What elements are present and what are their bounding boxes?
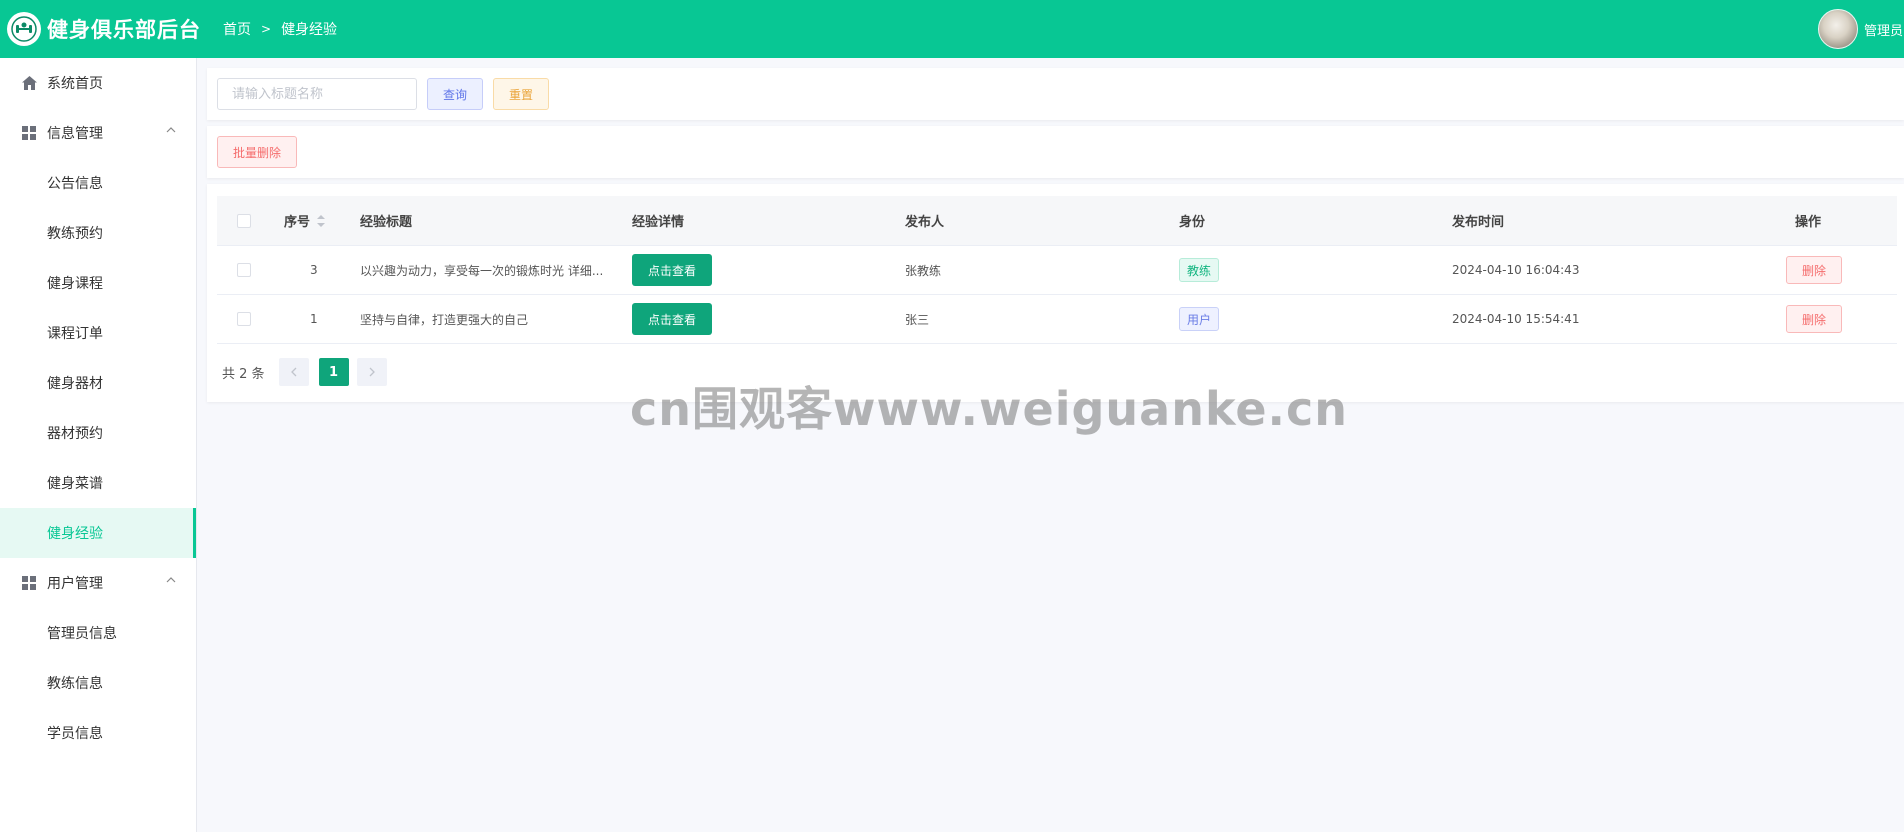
table-row: 1 坚持与自律，打造更强大的自己 点击查看 张三 用户 2024-04-10 1… (217, 295, 1897, 344)
delete-button[interactable]: 删除 (1786, 256, 1842, 284)
row-checkbox[interactable] (237, 312, 251, 326)
sidebar-item-coach-booking[interactable]: 教练预约 (0, 208, 196, 258)
sidebar-item-admins[interactable]: 管理员信息 (0, 608, 196, 658)
row-time: 2024-04-10 15:54:41 (1452, 312, 1580, 326)
sidebar-group-label: 信息管理 (47, 126, 103, 142)
sidebar-item-equipment[interactable]: 健身器材 (0, 358, 196, 408)
row-time: 2024-04-10 16:04:43 (1452, 263, 1580, 277)
chevron-right-icon (369, 367, 375, 377)
column-time: 发布时间 (1452, 215, 1505, 230)
sidebar-item-course-orders[interactable]: 课程订单 (0, 308, 196, 358)
user-name[interactable]: 管理员 (1864, 20, 1904, 39)
row-title: 以兴趣为动力，享受每一次的锻炼时光 详细... (360, 263, 604, 278)
pagination: 共 2 条 1 (222, 358, 387, 386)
user-menu[interactable]: 管理员 (1818, 0, 1904, 58)
sidebar-item-experience[interactable]: 健身经验 (0, 508, 196, 558)
prev-page-button[interactable] (278, 358, 309, 386)
table-panel: 序号 经验标题 经验详情 发布人 身份 发布时间 操作 3 以兴趣为动力，享受每… (207, 184, 1904, 402)
query-button[interactable]: 查询 (427, 78, 483, 110)
next-page-button[interactable] (356, 358, 387, 386)
batch-delete-button[interactable]: 批量删除 (217, 136, 297, 168)
breadcrumb-current: 健身经验 (281, 22, 338, 38)
sidebar-group-info[interactable]: 信息管理 (0, 108, 196, 158)
sidebar-item-members[interactable]: 学员信息 (0, 708, 196, 758)
chevron-up-icon (166, 577, 176, 583)
breadcrumb-home[interactable]: 首页 (223, 19, 251, 39)
sidebar-item-courses[interactable]: 健身课程 (0, 258, 196, 308)
column-title: 经验标题 (360, 215, 413, 230)
row-id: 3 (310, 263, 318, 277)
sidebar-item-coaches[interactable]: 教练信息 (0, 658, 196, 708)
column-id-label: 序号 (284, 215, 311, 230)
row-publisher: 张三 (905, 312, 930, 327)
column-role: 身份 (1179, 215, 1206, 230)
sort-icon[interactable] (316, 214, 326, 228)
page-number[interactable]: 1 (318, 358, 349, 386)
sidebar-group-users[interactable]: 用户管理 (0, 558, 196, 608)
sidebar-group-label: 用户管理 (47, 576, 103, 592)
view-detail-button[interactable]: 点击查看 (632, 303, 712, 335)
table-row: 3 以兴趣为动力，享受每一次的锻炼时光 详细... 点击查看 张教练 教练 20… (217, 246, 1897, 295)
action-bar: 批量删除 (207, 126, 1904, 178)
top-header: 健身俱乐部后台 首页 > 健身经验 管理员 (0, 0, 1904, 58)
sidebar-item-announcement[interactable]: 公告信息 (0, 158, 196, 208)
data-table: 序号 经验标题 经验详情 发布人 身份 发布时间 操作 3 以兴趣为动力，享受每… (217, 196, 1897, 344)
watermark: cn围观客www.weiguanke.cn (630, 382, 1349, 436)
grid-icon (21, 125, 37, 141)
grid-icon (21, 575, 37, 591)
row-title: 坚持与自律，打造更强大的自己 (360, 312, 529, 327)
delete-button[interactable]: 删除 (1786, 305, 1842, 333)
column-action: 操作 (1795, 215, 1822, 230)
chevron-left-icon (290, 367, 297, 377)
role-badge: 教练 (1179, 258, 1220, 282)
pagination-total: 共 2 条 (222, 366, 265, 382)
table-header: 序号 经验标题 经验详情 发布人 身份 发布时间 操作 (217, 196, 1897, 246)
row-publisher: 张教练 (905, 263, 942, 278)
role-badge: 用户 (1179, 307, 1220, 331)
app-logo (7, 12, 41, 46)
dumbbell-icon (11, 16, 37, 42)
select-all-checkbox[interactable] (237, 213, 251, 228)
search-input[interactable] (217, 78, 417, 110)
avatar[interactable] (1818, 9, 1858, 49)
breadcrumb: 首页 > 健身经验 (223, 19, 337, 39)
chevron-up-icon (166, 127, 176, 133)
home-icon (21, 75, 37, 91)
sidebar-item-home[interactable]: 系统首页 (0, 58, 196, 108)
app-title: 健身俱乐部后台 (47, 18, 201, 42)
column-id[interactable]: 序号 (284, 211, 326, 230)
column-publisher: 发布人 (905, 215, 945, 230)
sidebar-item-recipes[interactable]: 健身菜谱 (0, 458, 196, 508)
row-checkbox[interactable] (237, 263, 251, 277)
column-detail: 经验详情 (632, 215, 685, 230)
sidebar-item-label: 系统首页 (47, 76, 103, 92)
view-detail-button[interactable]: 点击查看 (632, 254, 712, 286)
sidebar-item-equipment-booking[interactable]: 器材预约 (0, 408, 196, 458)
row-id: 1 (310, 312, 318, 326)
sidebar: 系统首页 信息管理 公告信息 教练预约 健身课程 课程订单 健身器材 器材预约 … (0, 58, 197, 832)
chevron-right-icon: > (261, 22, 272, 36)
reset-button[interactable]: 重置 (493, 78, 549, 110)
search-bar: 查询 重置 (207, 68, 1904, 120)
